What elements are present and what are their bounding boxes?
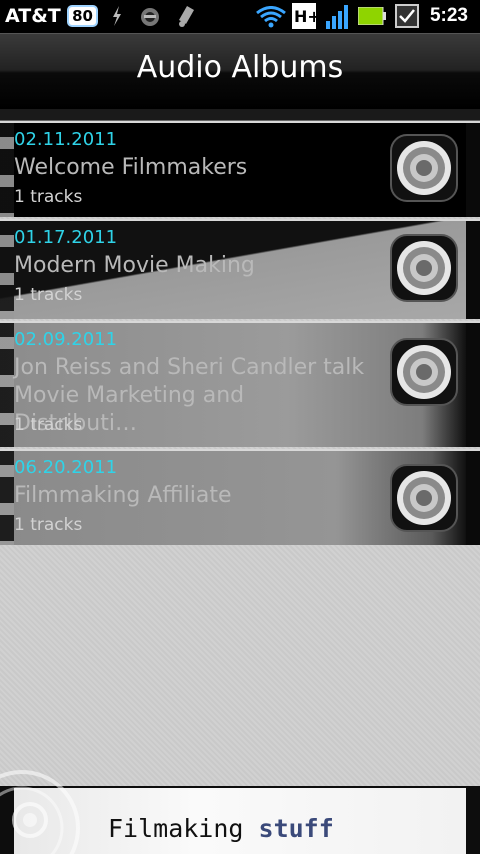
network-type-label: H+	[294, 7, 316, 26]
album-title: Modern Movie Making	[14, 253, 255, 278]
album-date: 02.11.2011	[14, 129, 118, 150]
status-time: 5:23	[429, 5, 468, 26]
film-strip-decoration	[0, 451, 14, 545]
album-track-count: 1 tracks	[14, 187, 83, 207]
album-date: 02.09.2011	[14, 329, 118, 350]
status-bar: AT&T 80 H+ 5:23	[0, 0, 480, 33]
footer-brand: Filmaking stuff	[108, 814, 334, 843]
list-top-divider	[0, 109, 480, 121]
page-title: Audio Albums	[136, 50, 344, 85]
network-type-icon: H+	[292, 3, 321, 33]
title-bar: Audio Albums	[0, 33, 480, 109]
speaker-icon[interactable]	[389, 337, 459, 407]
album-item[interactable]: 02.09.2011 Jon Reiss and Sheri Candler t…	[0, 321, 480, 447]
carrier-label: AT&T	[5, 5, 61, 27]
album-track-count: 1 tracks	[14, 285, 83, 305]
speaker-icon[interactable]	[389, 233, 459, 303]
album-item[interactable]: 02.11.2011 Welcome Filmmakers 1 tracks	[0, 121, 480, 217]
album-date: 06.20.2011	[14, 457, 118, 478]
footer-brand-accent: stuff	[258, 814, 334, 843]
album-list[interactable]: 02.11.2011 Welcome Filmmakers 1 tracks 0…	[0, 109, 480, 786]
album-item[interactable]: 01.17.2011 Modern Movie Making 1 tracks	[0, 219, 480, 319]
film-strip-decoration	[0, 221, 14, 319]
wifi-icon	[256, 6, 286, 32]
voicemail-icon	[139, 4, 161, 32]
album-title: Filmmaking Affiliate	[14, 483, 232, 508]
notification-icon	[174, 4, 196, 32]
album-date: 01.17.2011	[14, 227, 118, 248]
album-track-count: 1 tracks	[14, 515, 83, 535]
album-item[interactable]: 06.20.2011 Filmmaking Affiliate 1 tracks	[0, 449, 480, 545]
speaker-icon[interactable]	[389, 463, 459, 533]
battery-icon	[357, 6, 386, 29]
footer-brand-word: Filmaking	[108, 814, 244, 843]
film-strip-decoration	[0, 123, 14, 217]
checkbox-notification-icon	[395, 4, 419, 32]
film-reel-logo-icon	[0, 748, 80, 854]
battery-badge-icon: 80	[67, 5, 98, 27]
album-title: Welcome Filmmakers	[14, 155, 248, 180]
signal-icon	[326, 5, 350, 33]
usb-debug-icon	[108, 4, 126, 32]
speaker-icon[interactable]	[389, 133, 459, 203]
film-strip-decoration	[0, 323, 14, 447]
album-track-count: 1 tracks	[14, 415, 83, 435]
